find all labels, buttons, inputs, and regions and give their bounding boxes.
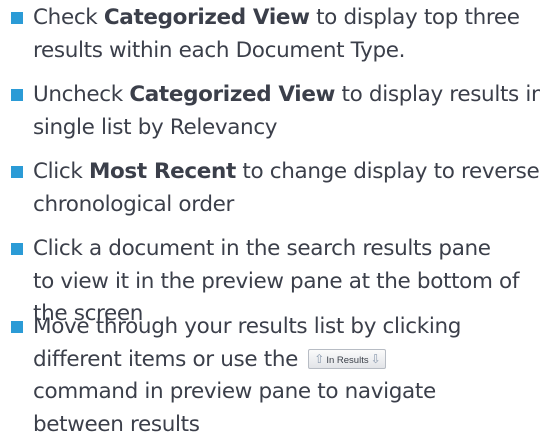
list-item-line: Check Categorized View to display top th… [33, 5, 520, 30]
list-item-line: Uncheck Categorized View to display resu… [33, 82, 540, 107]
list-item-line: chronological order [33, 191, 234, 217]
categorized-view-label: Categorized View [129, 82, 336, 107]
list-item: Uncheck Categorized View to display resu… [0, 79, 540, 144]
most-recent-label: Most Recent [88, 159, 236, 184]
bullet-icon [11, 89, 23, 101]
list-item-line: single list by Relevancy [33, 114, 278, 140]
up-arrow-icon[interactable]: ⇧ [314, 352, 324, 366]
list-item: Move through your results list by clicki… [0, 311, 540, 441]
in-results-nav-button[interactable]: ⇧ In Results ⇩ [308, 348, 387, 369]
list-item-line: Click a document in the search results p… [33, 236, 491, 261]
list-item-line: to view it in the preview pane at the bo… [33, 268, 520, 294]
list-item-line: command in preview pane to navigate [33, 379, 436, 404]
list-item-line: Move through your results list by clicki… [33, 314, 462, 339]
list-item-line: Click Most Recent to change display to r… [33, 159, 540, 184]
list-item-line: different items or use the ⇧ In Results ⇩ [0, 344, 540, 377]
list-item: Click Most Recent to change display to r… [0, 156, 540, 221]
list-item-line: results within each Document Type. [33, 37, 406, 63]
list-item-line: between results [33, 411, 200, 437]
bullet-icon [11, 166, 23, 178]
bullet-icon [11, 12, 23, 24]
bullet-icon [11, 321, 23, 333]
instruction-list: Check Categorized View to display top th… [0, 0, 540, 441]
list-item: Check Categorized View to display top th… [0, 2, 540, 67]
categorized-view-label: Categorized View [103, 5, 310, 30]
down-arrow-icon[interactable]: ⇩ [371, 352, 381, 366]
bullet-icon [11, 243, 23, 255]
